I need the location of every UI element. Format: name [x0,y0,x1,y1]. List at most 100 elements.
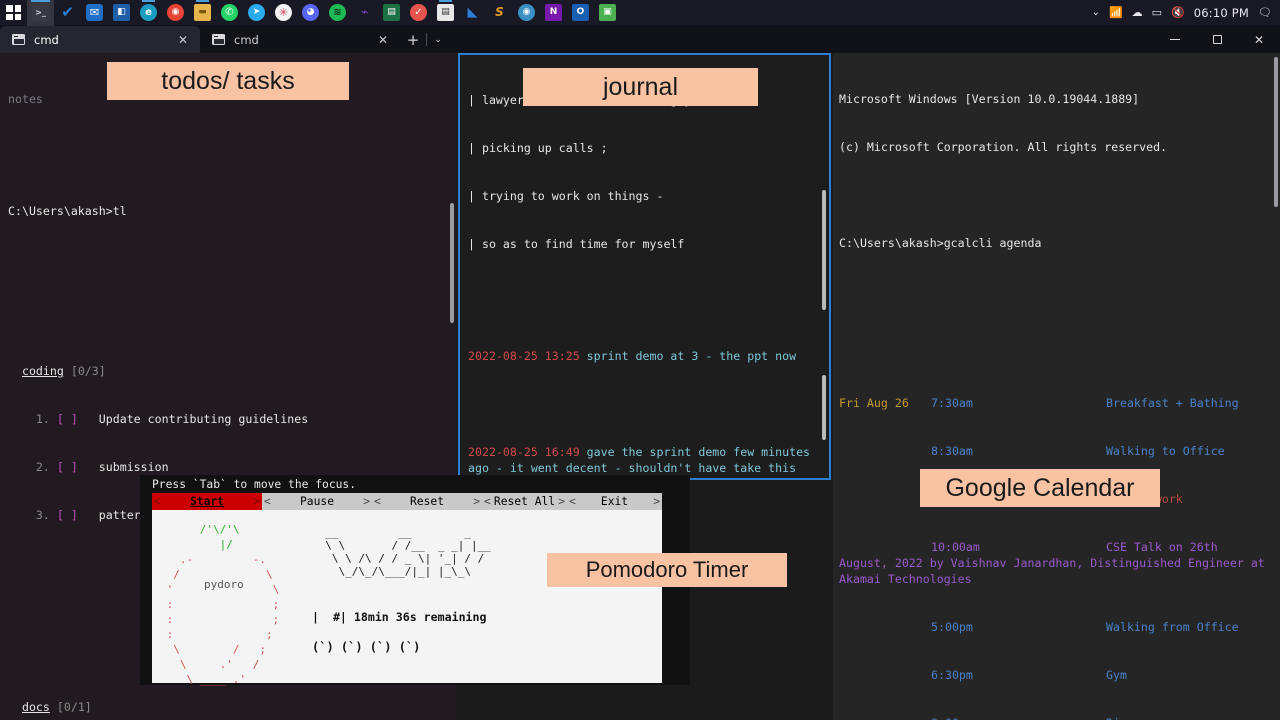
todoist-check-icon: ✔ [61,3,74,21]
todos-scrollbar[interactable] [450,203,454,323]
taskbar-item-whatsapp[interactable]: ✆ [216,0,243,26]
taskbar-item-office[interactable]: ◧ [108,0,135,26]
remote-desktop-icon: ▣ [599,4,616,21]
taskbar-item-onenote[interactable]: N [540,0,567,26]
taskbar-item-vs-code[interactable]: ◣ [459,0,486,26]
taskbar-item-notes[interactable]: ▤ [432,0,459,26]
todo-checkbox[interactable]: [ ] [57,508,78,522]
journal-timestamp: 2022-08-25 13:25 [468,349,580,363]
left-angle-icon: < [264,495,271,508]
pomodoro-exit-button[interactable]: < Exit > [567,493,662,510]
calendar-scrollbar[interactable] [1274,57,1278,207]
tab-title: cmd [34,32,59,47]
right-angle-icon: > [253,495,260,508]
todo-item[interactable]: 1. [ ] Update contributing guidelines [8,411,446,427]
pane-journal[interactable]: | lawyer, house verification guys not | … [458,53,831,480]
journal-scrollbar[interactable] [822,190,826,310]
taskbar-item-slack[interactable]: ✳ [270,0,297,26]
cloud-icon[interactable]: ☁ [1132,6,1143,19]
taskbar-item-opera-gx[interactable]: ◉ [513,0,540,26]
group-name: docs [21,700,50,714]
discord-icon: ◕ [302,4,319,21]
telegram-icon: ➤ [248,4,265,21]
pomodoro-reset-all-button[interactable]: < Reset All > [482,493,567,510]
taskbar-item-remote-desktop[interactable]: ▣ [594,0,621,26]
taskbar-item-discord[interactable]: ◕ [297,0,324,26]
button-label: Reset [409,495,444,508]
terminal-tab-icon [212,34,225,45]
taskbar-item-outlook[interactable]: O [567,0,594,26]
taskbar-item-telegram[interactable]: ➤ [243,0,270,26]
journal-quote-line: | so as to find time for myself [468,237,685,251]
calendar-time: 10:00am [931,540,980,554]
tab-cmd-2[interactable]: cmd ✕ [200,26,400,53]
left-angle-icon: < [374,495,381,508]
taskbar-item-excel[interactable]: ▤ [378,0,405,26]
tray-chevron-icon[interactable]: ⌄ [1092,7,1100,18]
journal-scrollbar-lower[interactable] [822,375,826,440]
right-angle-icon: > [363,495,370,508]
wifi-icon[interactable]: 📶 [1109,6,1123,19]
pomodoro-pause-button[interactable]: < Pause > [262,493,372,510]
todos-command-line: C:\Users\akash>tl [8,203,446,219]
calendar-row: 6:30pm Gym [839,667,1272,683]
calendar-command-line: C:\Users\akash>gcalcli agenda [839,235,1272,251]
pane-calendar[interactable]: Microsoft Windows [Version 10.0.19044.18… [833,53,1280,720]
pomodoro-timer-line: | #| 18min 36s remaining [312,610,487,624]
windows-terminal-icon: >_ [32,4,49,21]
taskbar-item-chrome[interactable]: ◉ [162,0,189,26]
maximize-button[interactable] [1196,26,1238,53]
right-angle-icon: > [473,495,480,508]
excel-icon: ▤ [383,4,400,21]
pomodoro-reset-button[interactable]: < Reset > [372,493,482,510]
dev-tool-icon: ⌁ [360,5,369,20]
taskbar-item-dev-tool[interactable]: ⌁ [351,0,378,26]
todo-item[interactable]: 2. [ ] submission [8,459,446,475]
desktop-screen: >_ ✔ ✉ ◧ e ◉ ▬ ✆ ➤ ✳ ◕ ≋ ⌁ ▤ ✓ ▤ ◣ S ◉ N… [0,0,1280,720]
calendar-row: 8:30am Walking to Office [839,443,1272,459]
tab-close-icon[interactable]: ✕ [174,33,192,47]
taskbar-item-mail[interactable]: ✉ [81,0,108,26]
right-angle-icon: > [558,495,565,508]
minimize-button[interactable] [1154,26,1196,53]
calendar-day-group: Fri Aug 26 7:30am Breakfast + Bathing 8:30… [839,363,1272,720]
prompt: C:\Users\akash> [839,236,944,250]
todo-text: submission [98,460,169,474]
calendar-time: 7:30am [931,396,973,410]
todo-checkbox[interactable]: [ ] [57,460,78,474]
todo-checkbox[interactable]: [ ] [57,412,78,426]
taskbar-item-sublime-text[interactable]: S [486,0,513,26]
pomodoro-start-button[interactable]: < Start > [152,493,262,510]
chevron-down-icon[interactable]: ⌄ [427,26,449,53]
annotation-todos: todos/ tasks [107,62,349,100]
taskbar-item-hide-my-email[interactable]: ✓ [405,0,432,26]
taskbar-item-edge[interactable]: e [135,0,162,26]
tab-close-icon[interactable]: ✕ [374,33,392,47]
tab-cmd-1[interactable]: cmd ✕ [0,26,200,53]
button-label: Reset All [493,495,556,508]
pomodoro-body: /'\/'\ |/ .- -. / \ ' \ : ; : ; : ; \ / … [152,510,662,686]
todo-group-header: coding [0/3] [8,363,446,379]
slack-icon: ✳ [275,4,292,21]
notifications-icon[interactable]: 🗨 [1258,6,1272,19]
journal-entry: 2022-08-25 13:25 sprint demo at 3 - the … [468,348,821,364]
vs-code-icon: ◣ [467,5,478,20]
todo-text: Update contributing guidelines [98,412,309,426]
taskbar-item-todoist[interactable]: ✔ [54,0,81,26]
terminal-tab-icon [12,34,25,45]
volume-muted-icon[interactable]: 🔇 [1171,6,1185,19]
battery-icon[interactable]: ▭ [1152,6,1162,19]
taskbar-item-file-explorer[interactable]: ▬ [189,0,216,26]
annotation-google-calendar: Google Calendar [920,469,1160,507]
notes-app-icon: ▤ [437,4,454,21]
button-label: Start [189,495,224,508]
new-tab-button[interactable]: + [400,26,426,53]
taskbar-start-button[interactable] [0,0,27,26]
taskbar-clock[interactable]: 06:10 PM [1194,6,1249,20]
close-button[interactable]: ✕ [1238,26,1280,53]
taskbar-item-spotify[interactable]: ≋ [324,0,351,26]
annotation-pomodoro-timer: Pomodoro Timer [547,553,787,587]
sublime-text-icon: S [495,5,504,19]
taskbar-item-windows-terminal[interactable]: >_ [27,0,54,26]
tomato-ascii-art: /'\/'\ |/ .- -. / \ ' \ : ; : ; : ; \ / … [166,523,280,686]
